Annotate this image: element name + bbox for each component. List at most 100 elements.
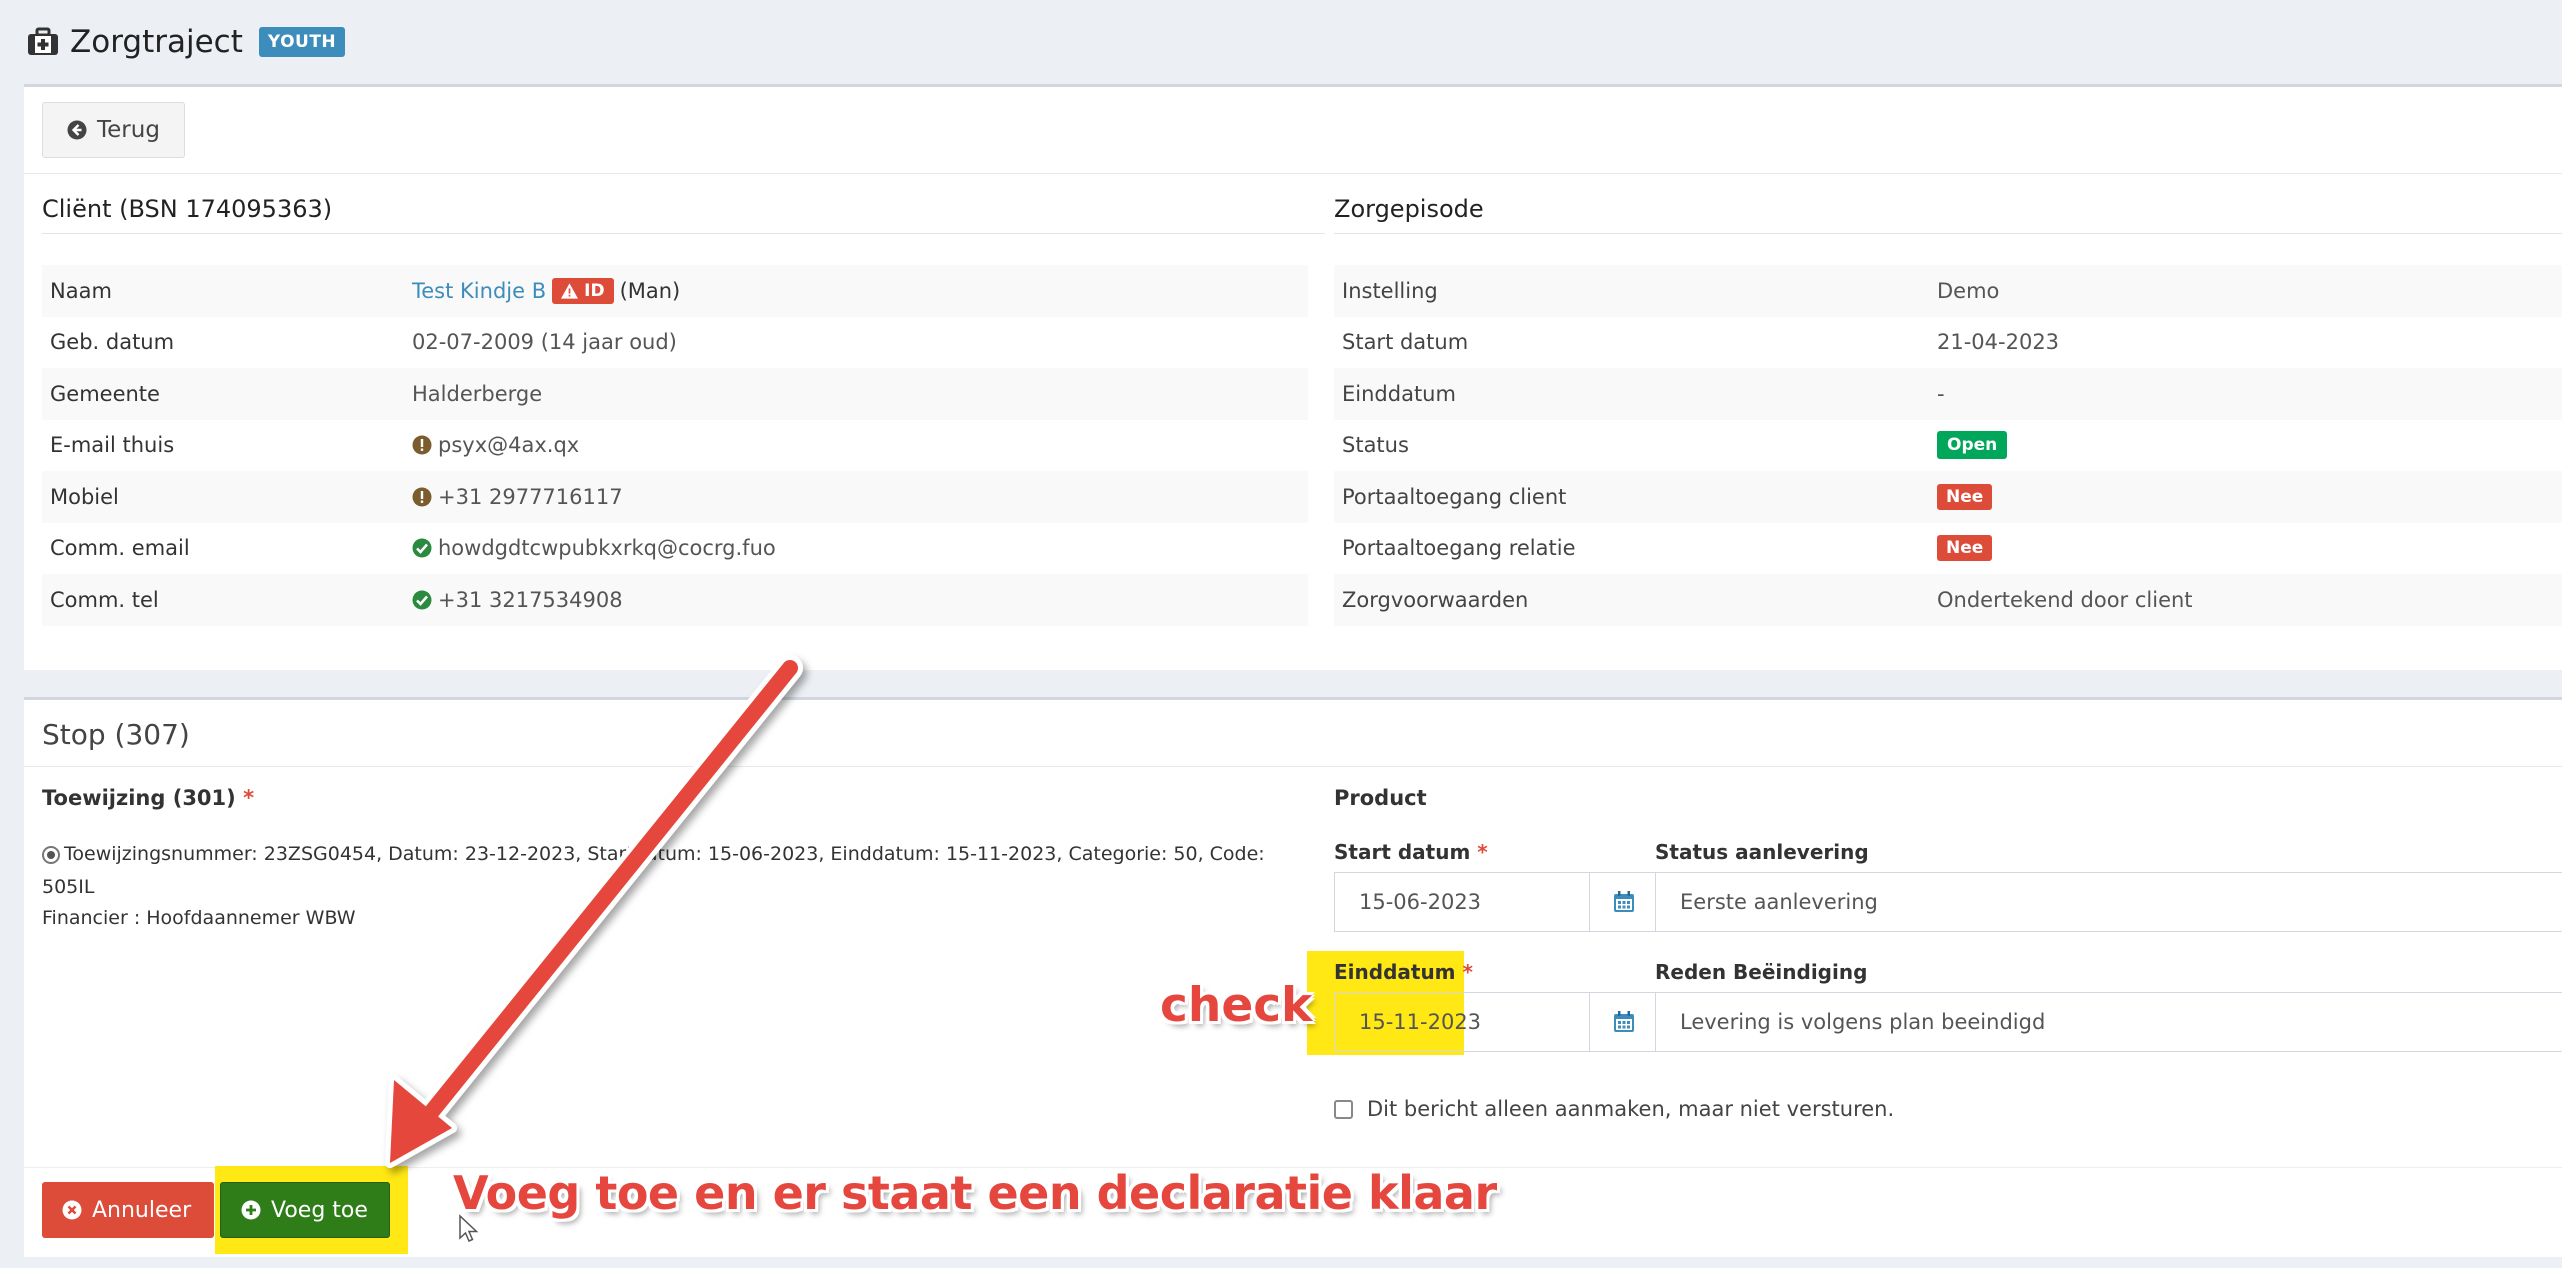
divider [24, 173, 2562, 174]
mouse-cursor-icon [459, 1214, 479, 1242]
stop-title: Stop (307) [42, 718, 190, 751]
row-label: Einddatum [1342, 381, 1456, 406]
status-badge: Open [1937, 431, 2008, 460]
required-mark: * [1477, 840, 1488, 864]
episode-table: Instelling Demo Start datum 21-04-2023 E… [1334, 265, 2562, 626]
table-row: E-mail thuis psyx@4ax.qx [42, 420, 1308, 472]
client-name-link[interactable]: Test Kindje B [412, 279, 546, 303]
medkit-icon [28, 27, 58, 55]
row-value: Ondertekend door client [1937, 587, 2193, 612]
row-value: +31 3217534908 [438, 587, 623, 612]
client-section-title: Cliënt (BSN 174095363) [42, 195, 333, 223]
start-date-label: Start datum * [1334, 840, 1488, 864]
financier-text: Financier : Hoofdaannemer WBW [42, 907, 356, 929]
episode-section-title: Zorgepisode [1334, 195, 1484, 223]
row-label: Gemeente [50, 381, 160, 406]
toewijzing-label-text: Toewijzing (301) [42, 786, 236, 810]
table-row: Geb. datum 02-07-2009 (14 jaar oud) [42, 317, 1308, 369]
table-row: Naam Test Kindje B ID (Man) [42, 265, 1308, 317]
required-mark: * [1462, 960, 1473, 984]
back-button[interactable]: Terug [42, 102, 185, 158]
table-row: Comm. tel +31 3217534908 [42, 574, 1308, 626]
start-date-input[interactable]: 15-06-2023 [1334, 872, 1590, 932]
row-label: Comm. email [50, 536, 190, 561]
exclamation-circle-icon [412, 435, 432, 455]
start-date-label-text: Start datum [1334, 840, 1471, 864]
reden-beeindiging-select[interactable]: Levering is volgens plan beeindigd [1655, 992, 2562, 1052]
row-value: psyx@4ax.qx [438, 433, 580, 458]
row-value: Demo [1937, 278, 2000, 303]
row-value: 02-07-2009 (14 jaar oud) [412, 330, 677, 355]
send-option[interactable]: Dit bericht alleen aanmaken, maar niet v… [1334, 1097, 1894, 1121]
portal-relation-badge: Nee [1937, 535, 1993, 562]
table-row: Instelling Demo [1334, 265, 2562, 317]
row-label: Portaaltoegang relatie [1342, 536, 1576, 561]
divider [24, 766, 2562, 767]
status-aanlevering-label: Status aanlevering [1655, 840, 1869, 864]
radio-selected[interactable] [42, 845, 60, 864]
id-badge-label: ID [584, 280, 605, 301]
times-circle-icon [62, 1200, 82, 1220]
product-label: Product [1334, 786, 1427, 810]
client-episode-box: Terug Cliënt (BSN 174095363) Zorgepisode… [24, 84, 2562, 670]
row-label: Instelling [1342, 278, 1438, 303]
table-row: Start datum 21-04-2023 [1334, 317, 2562, 369]
instruction-annotation: Voeg toe en er staat een declaratie klaa… [453, 1166, 1497, 1220]
warning-icon [561, 283, 579, 299]
table-row: Status Open [1334, 420, 2562, 472]
table-row: Mobiel +31 2977716117 [42, 471, 1308, 523]
table-row: Portaaltoegang client Nee [1334, 471, 2562, 523]
table-row: Gemeente Halderberge [42, 368, 1308, 420]
row-label: Naam [50, 278, 112, 303]
youth-badge: YOUTH [258, 27, 346, 57]
end-date-calendar-button[interactable] [1590, 992, 1658, 1052]
client-table: Naam Test Kindje B ID (Man) Geb. datum 0… [42, 265, 1308, 626]
row-label: Comm. tel [50, 587, 159, 612]
row-value: +31 2977716117 [438, 484, 623, 509]
client-gender: (Man) [619, 278, 681, 303]
no-send-checkbox-label: Dit bericht alleen aanmaken, maar niet v… [1367, 1097, 1895, 1121]
row-value: Halderberge [412, 381, 543, 406]
add-button[interactable]: Voeg toe [220, 1182, 390, 1238]
cancel-button[interactable]: Annuleer [42, 1182, 214, 1238]
row-value: 21-04-2023 [1937, 330, 2060, 355]
row-label: Mobiel [50, 484, 119, 509]
section-underline [42, 233, 1325, 234]
reden-beeindiging-label: Reden Beëindiging [1655, 960, 1868, 984]
cancel-button-label: Annuleer [92, 1197, 192, 1223]
status-aanlevering-select[interactable]: Eerste aanlevering [1655, 872, 2562, 932]
end-date-input[interactable]: 15-11-2023 [1334, 992, 1590, 1052]
required-mark: * [243, 786, 255, 810]
back-button-label: Terug [97, 117, 160, 143]
row-label: E-mail thuis [50, 433, 175, 458]
toewijzing-option-text: Toewijzingsnummer: 23ZSG0454, Datum: 23-… [42, 843, 1265, 898]
row-label: Zorgvoorwaarden [1342, 587, 1529, 612]
arrow-circle-left-icon [67, 120, 87, 140]
toewijzing-option[interactable]: Toewijzingsnummer: 23ZSG0454, Datum: 23-… [42, 838, 1282, 904]
toewijzing-label: Toewijzing (301) * [42, 786, 254, 810]
end-date-label-text: Einddatum [1334, 960, 1456, 984]
row-value: - [1937, 381, 1945, 406]
section-underline [1334, 233, 2562, 234]
check-circle-icon [412, 538, 432, 558]
add-button-label: Voeg toe [271, 1197, 368, 1223]
id-warning-badge: ID [552, 277, 614, 304]
end-date-label: Einddatum * [1334, 960, 1473, 984]
table-row: Comm. email howdgdtcwpubkxrkq@cocrg.fuo [42, 523, 1308, 575]
row-label: Portaaltoegang client [1342, 484, 1567, 509]
calendar-icon [1613, 891, 1634, 912]
row-label: Start datum [1342, 330, 1469, 355]
calendar-icon [1613, 1011, 1634, 1032]
table-row: Portaaltoegang relatie Nee [1334, 523, 2562, 575]
row-value: howdgdtcwpubkxrkq@cocrg.fuo [438, 536, 776, 561]
no-send-checkbox[interactable] [1334, 1099, 1353, 1119]
page-title: Zorgtraject [70, 24, 243, 60]
check-annotation: check [1160, 978, 1313, 1033]
exclamation-circle-icon [412, 487, 432, 507]
table-row: Zorgvoorwaarden Ondertekend door client [1334, 574, 2562, 626]
plus-circle-icon [241, 1200, 261, 1220]
row-label: Status [1342, 433, 1409, 458]
row-label: Geb. datum [50, 330, 175, 355]
start-date-calendar-button[interactable] [1590, 872, 1658, 932]
page-header: Zorgtraject YOUTH [26, 24, 346, 60]
